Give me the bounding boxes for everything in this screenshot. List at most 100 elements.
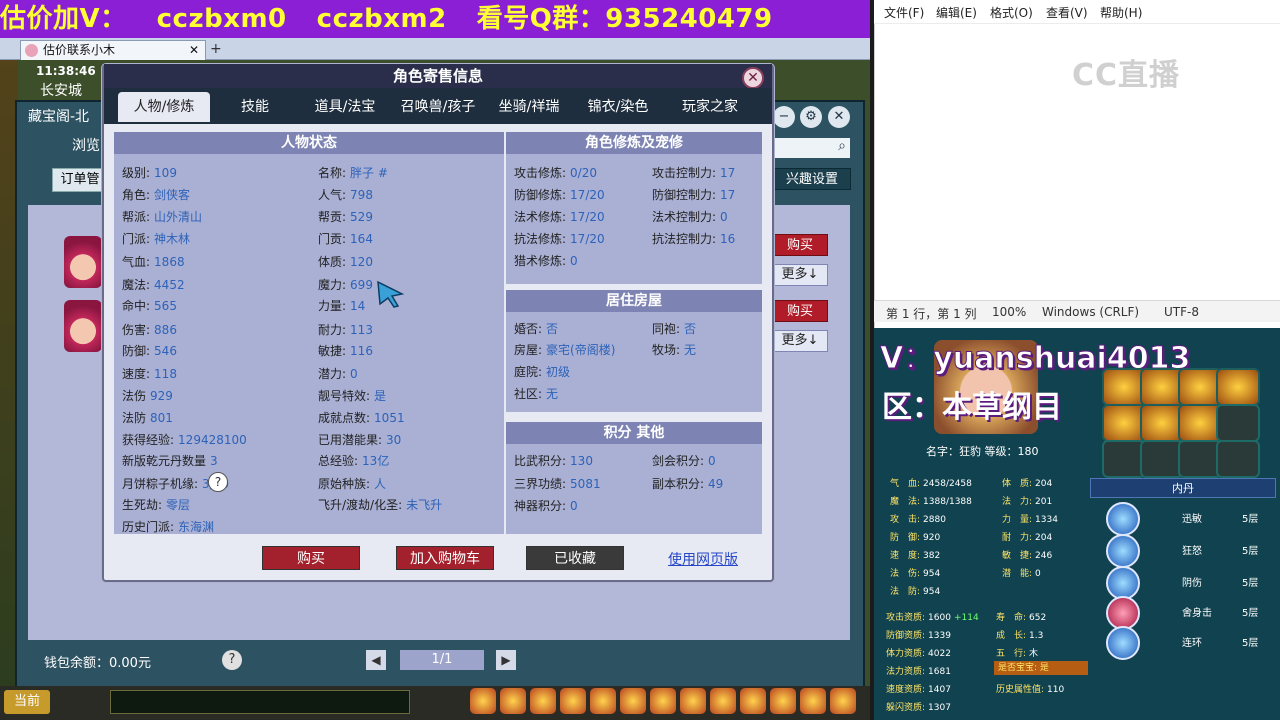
chat-input[interactable] [110, 690, 410, 714]
menu-edit[interactable]: 编辑(E) [936, 4, 977, 21]
help-icon[interactable]: ? [208, 472, 228, 492]
stat-row-value: 剑侠客 [154, 188, 191, 202]
tab-outfits[interactable]: 锦衣/染色 [578, 92, 658, 122]
pet-stat-label: 潜 能: [1002, 569, 1033, 579]
pet-aptitude-value: 1307 [928, 703, 951, 713]
info-row-value: 0 [708, 454, 716, 468]
neidan-icon[interactable] [1106, 566, 1140, 600]
minimize-icon[interactable]: − [773, 106, 795, 128]
toolbar-item-icon[interactable] [800, 688, 826, 714]
pet-stat-label: 魔 法: [890, 497, 921, 507]
tab-items[interactable]: 道具/法宝 [306, 92, 384, 122]
toolbar-item-icon[interactable] [770, 688, 796, 714]
search-icon[interactable]: ⌕ [838, 138, 846, 154]
browser-tab[interactable]: 估价联系小木 ✕ [20, 40, 206, 60]
stat-row-label: 敏捷: [318, 344, 347, 358]
neidan-icon[interactable] [1106, 596, 1140, 630]
menu-view[interactable]: 查看(V) [1046, 4, 1088, 21]
neidan-level: 5层 [1242, 578, 1259, 589]
dialog-close-icon[interactable]: ✕ [742, 67, 764, 89]
info-row: 庭院: 初级 [514, 363, 570, 380]
settings-gear-icon[interactable]: ⚙ [800, 106, 822, 128]
stat-row-label: 靓号特效: [318, 389, 371, 403]
toolbar-item-icon[interactable] [560, 688, 586, 714]
interest-settings-button[interactable]: 兴趣设置 [773, 168, 851, 190]
chat-channel-button[interactable]: 当前 [4, 690, 50, 714]
neidan-level: 5层 [1242, 546, 1259, 557]
toolbar-item-icon[interactable] [710, 688, 736, 714]
stat-row-label: 成就点数: [318, 411, 371, 425]
tab-skills[interactable]: 技能 [226, 92, 284, 122]
web-version-link[interactable]: 使用网页版 [668, 549, 738, 569]
search-input[interactable]: ⌕ [775, 138, 850, 158]
menu-format[interactable]: 格式(O) [990, 4, 1033, 21]
toolbar-item-icon[interactable] [830, 688, 856, 714]
info-row-value: 5081 [570, 477, 601, 491]
stream-banner: 估价加V： cczbxm0 cczbxm2 看号Q群：935240479 [0, 0, 870, 38]
toolbar-item-icon[interactable] [530, 688, 556, 714]
info-row-label: 房屋: [514, 343, 543, 357]
toolbar-item-icon[interactable] [680, 688, 706, 714]
order-manage-button[interactable]: 订单管 [52, 168, 108, 192]
menu-file[interactable]: 文件(F) [884, 4, 924, 21]
toolbar-item-icon[interactable] [620, 688, 646, 714]
stat-row: 新版乾元丹数量 3 [122, 452, 218, 469]
pet-stat-label: 攻 击: [890, 515, 921, 525]
tab-summons[interactable]: 召唤兽/孩子 [392, 92, 484, 122]
listing-avatar[interactable] [64, 236, 102, 288]
tab-character-cultivation[interactable]: 人物/修炼 [118, 92, 210, 122]
tab-mounts[interactable]: 坐骑/祥瑞 [490, 92, 568, 122]
toolbar-item-icon[interactable] [470, 688, 496, 714]
menu-help[interactable]: 帮助(H) [1100, 4, 1142, 21]
stat-row: 人气: 798 [318, 186, 373, 203]
neidan-icon[interactable] [1106, 534, 1140, 568]
pet-aptitude-label: 五 行: [996, 649, 1027, 659]
help-icon[interactable]: ? [222, 650, 242, 670]
pet-stat-row: 法 伤: 954 [890, 566, 940, 579]
next-page-button[interactable]: ▶ [496, 650, 516, 670]
tab-close-icon[interactable]: ✕ [189, 41, 199, 60]
tab-player-home[interactable]: 玩家之家 [670, 92, 750, 122]
browse-tab[interactable]: 浏览 [72, 135, 100, 155]
add-to-cart-button[interactable]: 加入购物车 [396, 546, 494, 570]
listing-more-button[interactable]: 更多↓ [772, 264, 828, 286]
stat-row: 生死劫: 零层 [122, 496, 190, 513]
buy-button[interactable]: 购买 [262, 546, 360, 570]
stat-row-value: 30 [386, 433, 402, 447]
info-row-label: 三界功绩: [514, 477, 567, 491]
pet-stat-value: 920 [923, 533, 941, 543]
info-row: 同袍: 否 [652, 320, 696, 337]
game-city-name: 长安城 [40, 83, 82, 99]
notepad-statusbar: 第 1 行，第 1 列 100% Windows (CRLF) UTF-8 [874, 300, 1280, 322]
toolbar-item-icon[interactable] [590, 688, 616, 714]
neidan-name: 迅敏 [1182, 514, 1202, 525]
stat-row-label: 原始种族: [318, 477, 371, 491]
pet-skill-icon[interactable] [1216, 368, 1260, 406]
window-close-icon[interactable]: ✕ [828, 106, 850, 128]
banner-text-3: cczbxm2 [316, 4, 447, 34]
prev-page-button[interactable]: ◀ [366, 650, 386, 670]
listing-buy-button[interactable]: 购买 [772, 234, 828, 256]
neidan-icon[interactable] [1106, 502, 1140, 536]
stat-row-value: 13亿 [362, 454, 390, 468]
listing-avatar[interactable] [64, 300, 102, 352]
new-tab-button[interactable]: + [210, 40, 226, 58]
stat-row-value: 山外清山 [154, 210, 203, 224]
listing-buy-button[interactable]: 购买 [772, 300, 828, 322]
favorited-button[interactable]: 已收藏 [526, 546, 624, 570]
stat-row-value: 0 [350, 367, 358, 381]
neidan-icon[interactable] [1106, 626, 1140, 660]
info-row: 房屋: 豪宅(帝阁楼) [514, 341, 615, 358]
stat-row-label: 伤害: [122, 323, 151, 337]
toolbar-item-icon[interactable] [740, 688, 766, 714]
pet-stat-value: 1334 [1035, 515, 1058, 525]
listing-more-button[interactable]: 更多↓ [772, 330, 828, 352]
stat-row: 帮派: 山外清山 [122, 208, 202, 225]
toolbar-item-icon[interactable] [650, 688, 676, 714]
stat-row-label: 魔法: [122, 278, 151, 292]
toolbar-item-icon[interactable] [500, 688, 526, 714]
pet-stat-value: 2880 [923, 515, 946, 525]
game-clock: 11:38:46 [36, 64, 96, 78]
stat-row-value: 120 [350, 255, 373, 269]
stat-row-value: 未飞升 [406, 498, 443, 512]
